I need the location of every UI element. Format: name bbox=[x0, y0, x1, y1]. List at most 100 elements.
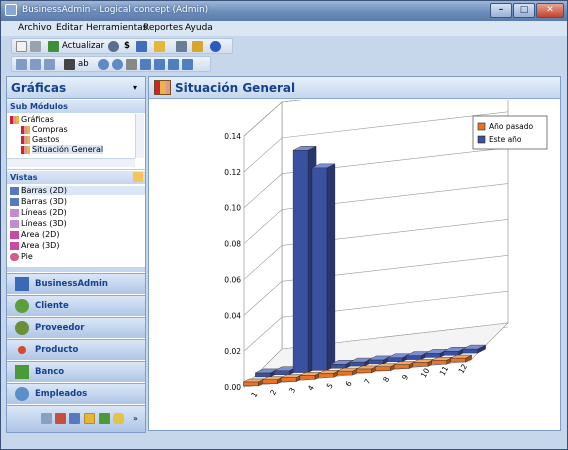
x-tick-label: 6 bbox=[344, 379, 354, 388]
menu-editar[interactable]: Editar bbox=[56, 23, 83, 33]
nav-producto[interactable]: Producto bbox=[7, 339, 145, 360]
y-tick-label: 0.08 bbox=[224, 240, 241, 249]
chart-icon bbox=[21, 146, 30, 154]
menu-archivo[interactable]: Archivo bbox=[18, 23, 52, 33]
right-panel: Situación General Situación General0.000… bbox=[148, 76, 561, 431]
book-icon[interactable] bbox=[136, 41, 147, 52]
spell-icon[interactable]: ab bbox=[78, 59, 89, 69]
print-icon[interactable] bbox=[30, 41, 41, 52]
currency-icon[interactable]: $ bbox=[124, 41, 130, 51]
user-icon bbox=[15, 299, 29, 313]
actualizar-button[interactable]: Actualizar bbox=[62, 41, 104, 51]
tree-item-graficas[interactable]: Gráficas bbox=[21, 115, 54, 124]
tree-item-compras[interactable]: Compras bbox=[32, 125, 68, 134]
bar-3d-icon bbox=[10, 198, 19, 206]
nav-banco[interactable]: Banco bbox=[7, 361, 145, 382]
zoom-out-icon[interactable] bbox=[112, 59, 123, 70]
y-tick-label: 0.06 bbox=[224, 275, 241, 284]
tree-item-situacion-general[interactable]: Situación General bbox=[32, 145, 104, 154]
vista-barras-2d[interactable]: Barras (2D) bbox=[21, 186, 145, 195]
legend-swatch bbox=[477, 135, 486, 144]
bar-este-ano bbox=[349, 361, 365, 367]
cut-icon[interactable] bbox=[64, 59, 75, 70]
vistas-header: Vistas bbox=[7, 171, 145, 184]
minimize-button[interactable]: – bbox=[490, 3, 512, 18]
bar-ano-pasado bbox=[318, 373, 334, 378]
x-tick-label: 8 bbox=[381, 375, 391, 384]
info-icon[interactable] bbox=[210, 41, 221, 52]
new-icon[interactable] bbox=[16, 41, 27, 52]
charts-icon[interactable] bbox=[84, 413, 95, 424]
next-icon[interactable] bbox=[168, 59, 179, 70]
splitter-handle[interactable] bbox=[7, 267, 145, 272]
x-tick-label: 11 bbox=[438, 364, 451, 377]
tree-hscrollbar[interactable] bbox=[7, 158, 135, 167]
menu-ayuda[interactable]: Ayuda bbox=[185, 23, 213, 33]
x-tick-label: 7 bbox=[362, 377, 372, 386]
submodulos-header: Sub Módulos bbox=[7, 100, 145, 113]
bar-este-ano bbox=[292, 150, 309, 373]
settings-icon[interactable] bbox=[108, 41, 119, 52]
employee-icon bbox=[15, 387, 29, 401]
pie-icon bbox=[10, 253, 19, 261]
nav-proveedor[interactable]: Proveedor bbox=[7, 317, 145, 338]
chart: Situación General0.000.020.040.060.080.1… bbox=[224, 100, 548, 399]
grid-icon[interactable] bbox=[30, 59, 41, 70]
prev-icon[interactable] bbox=[154, 59, 165, 70]
lock-icon[interactable] bbox=[192, 41, 203, 52]
main-window: BusinessAdmin - Logical concept (Admin) … bbox=[0, 0, 568, 450]
fit-icon[interactable] bbox=[126, 59, 137, 70]
users-icon[interactable] bbox=[69, 413, 80, 424]
chart-icon[interactable] bbox=[154, 41, 165, 52]
submodulos-tree: Gráficas Compras Gastos Situación Genera… bbox=[7, 114, 145, 170]
tools-icon[interactable] bbox=[176, 41, 187, 52]
nav-businessadmin[interactable]: BusinessAdmin bbox=[7, 273, 145, 294]
bar-este-ano-side bbox=[326, 163, 336, 371]
left-panel-header: Gráficas ▾ bbox=[7, 77, 145, 99]
chart-icon bbox=[21, 136, 30, 144]
menu-reportes[interactable]: Reportes bbox=[143, 23, 183, 33]
x-tick-label: 1 bbox=[249, 390, 259, 399]
legend-box bbox=[472, 115, 548, 150]
tools-icon[interactable] bbox=[41, 413, 52, 424]
nav-cliente[interactable]: Cliente bbox=[7, 295, 145, 316]
x-tick-label: 2 bbox=[268, 388, 278, 397]
database-icon[interactable] bbox=[113, 413, 124, 424]
menu-herramientas[interactable]: Herramientas bbox=[86, 23, 147, 33]
money-icon[interactable] bbox=[99, 413, 110, 424]
bar-ano-pasado bbox=[393, 364, 410, 369]
status-bar bbox=[1, 435, 567, 449]
vista-barras-3d[interactable]: Barras (3D) bbox=[21, 197, 67, 206]
tree-vscrollbar[interactable] bbox=[135, 114, 144, 158]
vistas-dropdown[interactable] bbox=[133, 172, 143, 182]
last-icon[interactable] bbox=[182, 59, 193, 70]
vista-area-3d[interactable]: Area (3D) bbox=[21, 241, 59, 250]
maximize-button[interactable]: □ bbox=[513, 3, 535, 18]
legend-label: Año pasado bbox=[489, 122, 533, 131]
chevron-down-icon[interactable]: ▾ bbox=[133, 83, 137, 92]
close-button[interactable]: ✕ bbox=[536, 3, 564, 18]
refresh-icon[interactable] bbox=[48, 41, 59, 52]
line-2d-icon bbox=[10, 209, 19, 217]
supplier-icon bbox=[15, 321, 29, 335]
y-tick-label: 0.12 bbox=[224, 168, 241, 177]
zoom-in-icon[interactable] bbox=[98, 59, 109, 70]
vista-lineas-2d[interactable]: Líneas (2D) bbox=[21, 208, 67, 217]
bar-este-ano bbox=[405, 355, 422, 360]
report-icon[interactable] bbox=[55, 413, 66, 424]
menu-bar: Archivo Editar Herramientas Reportes Ayu… bbox=[1, 21, 567, 36]
form-icon[interactable] bbox=[16, 59, 27, 70]
bar-ano-pasado bbox=[280, 377, 297, 382]
nav-empleados[interactable]: Empleados bbox=[7, 383, 145, 404]
vista-area-2d[interactable]: Area (2D) bbox=[21, 230, 59, 239]
y-tick-label: 0.04 bbox=[224, 311, 241, 320]
vista-pie[interactable]: Pie bbox=[21, 252, 33, 261]
y-tick-label: 0.02 bbox=[224, 347, 241, 356]
x-tick-label: 4 bbox=[306, 384, 316, 393]
copy-icon[interactable] bbox=[44, 59, 55, 70]
app-icon bbox=[5, 4, 17, 16]
first-icon[interactable] bbox=[140, 59, 151, 70]
vista-lineas-3d[interactable]: Líneas (3D) bbox=[21, 219, 67, 228]
overflow-chevron-icon[interactable]: » bbox=[133, 414, 138, 423]
tree-item-gastos[interactable]: Gastos bbox=[32, 135, 59, 144]
